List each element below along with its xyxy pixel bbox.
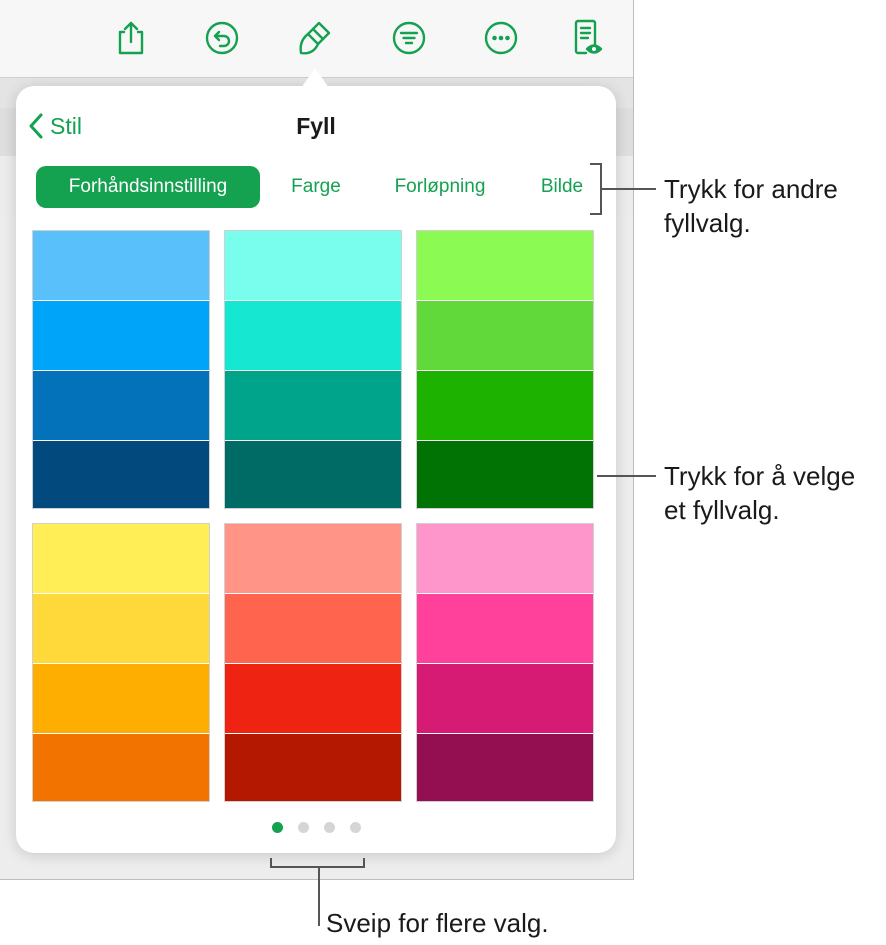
- swatch-band: [225, 371, 401, 440]
- callout-tabs-line-2: fyllvalg.: [664, 208, 751, 238]
- tab-preset-label: Forhåndsinnstilling: [68, 176, 228, 197]
- swatch-red[interactable]: [224, 523, 402, 802]
- format-brush-icon[interactable]: [295, 18, 335, 58]
- swatch-band: [225, 301, 401, 370]
- swatch-band: [33, 441, 209, 508]
- swatch-band: [225, 594, 401, 663]
- page-dot: [272, 822, 283, 833]
- back-button[interactable]: Stil: [28, 110, 82, 142]
- callout-line: [318, 866, 320, 926]
- chevron-left-icon: [29, 113, 43, 139]
- swatch-yellow[interactable]: [32, 523, 210, 802]
- tab-preset[interactable]: Forhåndsinnstilling: [36, 166, 260, 208]
- popover-caret: [301, 68, 329, 88]
- undo-icon[interactable]: [202, 18, 242, 58]
- tab-color-label: Farge: [291, 176, 341, 197]
- swatch-band: [417, 441, 593, 508]
- swatch-band: [417, 524, 593, 593]
- swatch-band: [33, 371, 209, 440]
- callout-bracket: [363, 858, 365, 868]
- callout-swatches-line-2: et fyllvalg.: [664, 495, 780, 525]
- reading-view-icon[interactable]: [568, 18, 608, 58]
- view-options-icon[interactable]: [389, 18, 429, 58]
- swatch-band: [33, 301, 209, 370]
- swatch-band: [225, 441, 401, 508]
- page-dot: [298, 822, 309, 833]
- swatch-band: [225, 231, 401, 300]
- callout-swatches-line-1: Trykk for å velge: [664, 461, 856, 491]
- swatch-band: [417, 301, 593, 370]
- more-icon[interactable]: [481, 18, 521, 58]
- callout-swatches: Trykk for å velge et fyllvalg.: [664, 459, 855, 527]
- swatch-band: [225, 524, 401, 593]
- swatch-band: [33, 734, 209, 801]
- share-icon[interactable]: [111, 18, 151, 58]
- callout-line: [597, 475, 656, 477]
- tab-gradient[interactable]: Forløpning: [374, 166, 506, 208]
- page-dot: [324, 822, 335, 833]
- swatch-band: [33, 231, 209, 300]
- swatch-band: [417, 371, 593, 440]
- popover-title: Fyll: [296, 113, 336, 139]
- callout-dots: Sveip for flere valg.: [326, 908, 549, 938]
- callout-line: [602, 188, 656, 190]
- callout-bracket: [590, 213, 602, 215]
- page-dot: [350, 822, 361, 833]
- swatch-blue[interactable]: [32, 230, 210, 509]
- tab-image[interactable]: Bilde: [528, 166, 596, 208]
- swatch-band: [417, 734, 593, 801]
- swatch-pink[interactable]: [416, 523, 594, 802]
- tab-color[interactable]: Farge: [276, 166, 356, 208]
- swatch-band: [33, 524, 209, 593]
- swatch-band: [225, 664, 401, 733]
- page-indicator[interactable]: [272, 822, 361, 834]
- swatch-band: [225, 734, 401, 801]
- swatch-band: [33, 664, 209, 733]
- swatch-teal[interactable]: [224, 230, 402, 509]
- swatch-band: [417, 664, 593, 733]
- swatch-band: [417, 594, 593, 663]
- back-button-label: Stil: [50, 112, 82, 139]
- callout-tabs: Trykk for andre fyllvalg.: [664, 172, 838, 240]
- tab-image-label: Bilde: [540, 176, 584, 197]
- callout-tabs-line-1: Trykk for andre: [664, 174, 838, 204]
- swatch-band: [417, 231, 593, 300]
- swatch-band: [33, 594, 209, 663]
- tab-gradient-label: Forløpning: [394, 176, 486, 197]
- swatch-green[interactable]: [416, 230, 594, 509]
